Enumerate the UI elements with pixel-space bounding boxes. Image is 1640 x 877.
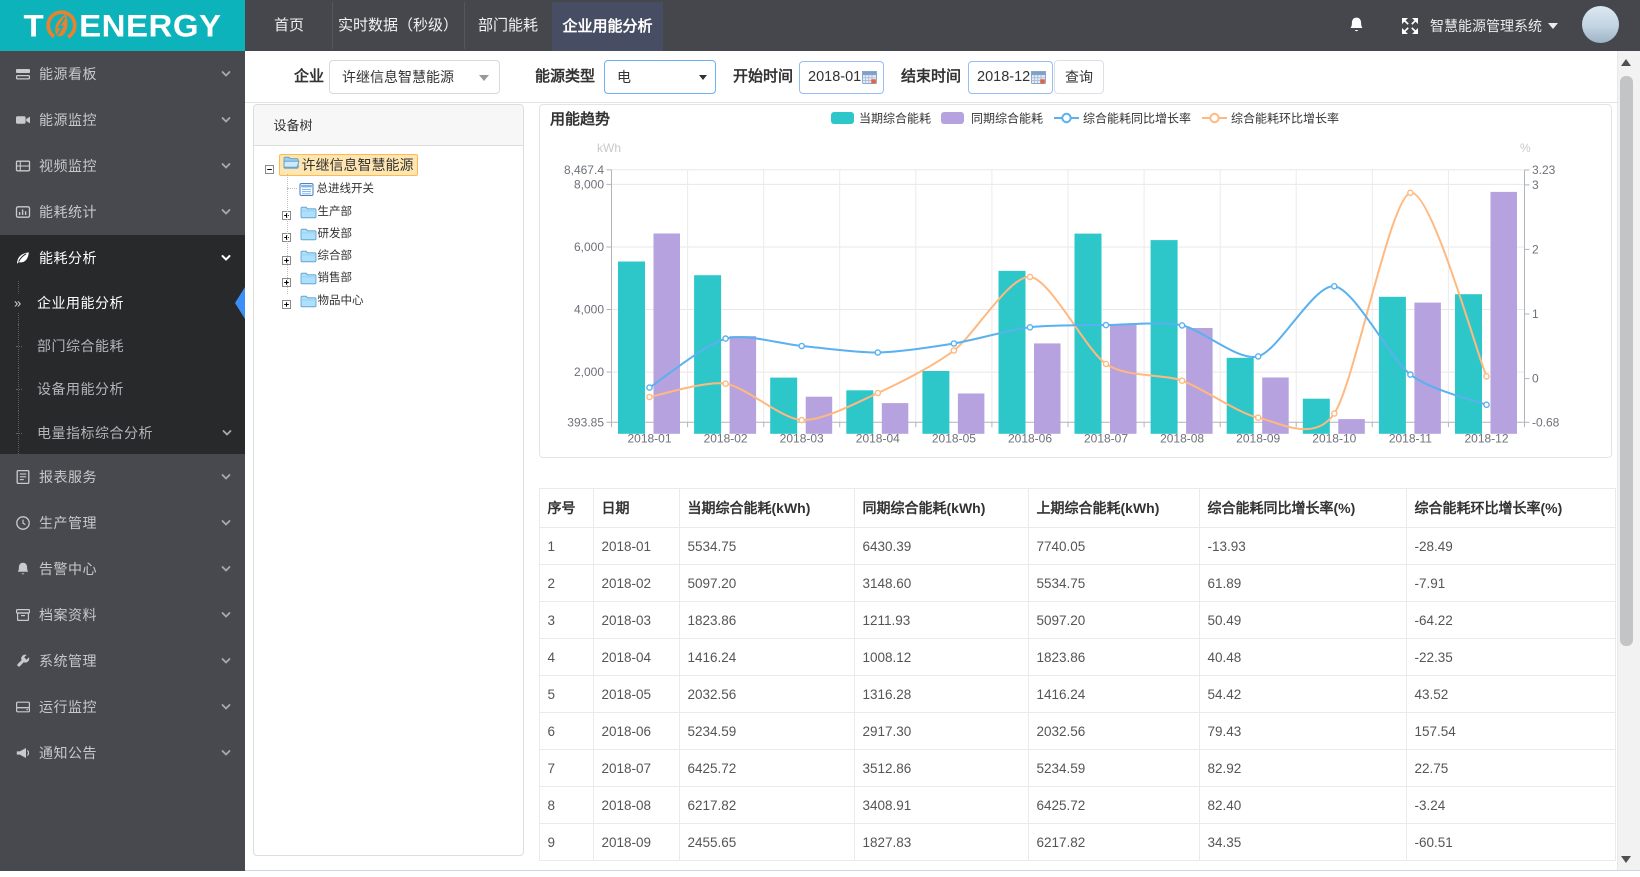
svg-text:2018-12: 2018-12	[1464, 432, 1508, 446]
svg-text:3.23: 3.23	[1532, 163, 1556, 177]
svg-text:2: 2	[1532, 242, 1539, 256]
svg-text:393.85: 393.85	[567, 415, 604, 429]
svg-text:综合能耗环比增长率: 综合能耗环比增长率	[1231, 111, 1339, 126]
svg-text:当期综合能耗: 当期综合能耗	[859, 111, 931, 126]
svg-text:8,000: 8,000	[574, 177, 604, 191]
svg-text:4,000: 4,000	[574, 303, 604, 317]
svg-text:-0.68: -0.68	[1532, 415, 1560, 429]
svg-text:2018-05: 2018-05	[932, 432, 976, 446]
svg-text:2018-04: 2018-04	[856, 432, 900, 446]
svg-text:2018-10: 2018-10	[1312, 432, 1356, 446]
svg-text:2018-07: 2018-07	[1084, 432, 1128, 446]
svg-text:用能趋势: 用能趋势	[550, 110, 610, 128]
svg-text:%: %	[1520, 141, 1531, 155]
svg-text:0: 0	[1532, 372, 1539, 386]
svg-text:kWh: kWh	[597, 141, 621, 155]
svg-text:2018-01: 2018-01	[627, 432, 671, 446]
svg-text:1: 1	[1532, 307, 1539, 321]
svg-text:2018-08: 2018-08	[1160, 432, 1204, 446]
svg-text:2018-09: 2018-09	[1236, 432, 1280, 446]
svg-text:2018-03: 2018-03	[780, 432, 824, 446]
svg-text:2018-11: 2018-11	[1389, 432, 1432, 446]
svg-text:8,467.4: 8,467.4	[564, 163, 604, 177]
svg-text:3: 3	[1532, 178, 1539, 192]
svg-text:2018-02: 2018-02	[704, 432, 748, 446]
svg-text:2,000: 2,000	[574, 365, 604, 379]
svg-text:2018-06: 2018-06	[1008, 432, 1052, 446]
svg-text:6,000: 6,000	[574, 240, 604, 254]
svg-text:同期综合能耗: 同期综合能耗	[971, 111, 1043, 126]
svg-text:综合能耗同比增长率: 综合能耗同比增长率	[1083, 111, 1191, 126]
